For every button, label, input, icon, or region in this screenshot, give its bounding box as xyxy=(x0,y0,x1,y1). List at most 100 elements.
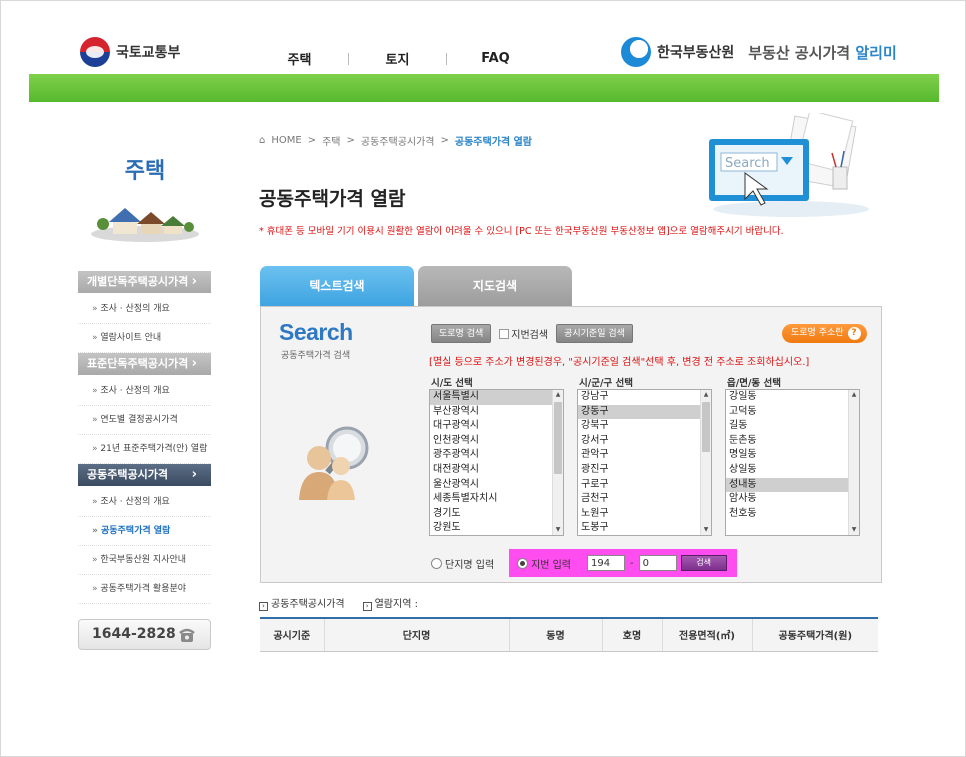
main-number-input[interactable] xyxy=(586,555,625,571)
sigungu-option[interactable]: 도봉구 xyxy=(578,521,711,535)
date-search-button[interactable]: 공시기준일 검색 xyxy=(556,324,633,343)
sido-option[interactable]: 광주광역시 xyxy=(430,448,563,463)
search-mode-buttons: 도로명 검색 지번검색 공시기준일 검색 xyxy=(431,324,633,343)
sigungu-option[interactable]: 강남구 xyxy=(578,390,711,405)
sidebar-item-survey-overview[interactable]: 조사 · 산정의 개요 xyxy=(78,295,211,324)
address-change-warning: [멸실 등으로 주소가 변경된경우, "공시기준일 검색"선택 후, 변경 전 … xyxy=(429,357,810,368)
dong-option[interactable]: 둔촌동 xyxy=(726,434,859,449)
phone-number-box: 1644-2828 xyxy=(78,619,211,650)
sido-option[interactable]: 강원도 xyxy=(430,521,563,535)
scroll-down-icon[interactable]: ▼ xyxy=(701,525,711,535)
sido-options: 서울특별시 부산광역시 대구광역시 인천광역시 광주광역시 대전광역시 울산광역시 세종특별자… xyxy=(430,390,563,535)
sido-option[interactable]: 대전광역시 xyxy=(430,463,563,478)
sido-option[interactable]: 대구광역시 xyxy=(430,419,563,434)
sigungu-option[interactable]: 금천구 xyxy=(578,492,711,507)
sidebar-title: 주택 xyxy=(124,159,166,184)
breadcrumb-apartment[interactable]: 공동주택공시가격 xyxy=(361,133,435,148)
breadcrumb-sep: > xyxy=(346,135,355,146)
scroll-thumb[interactable] xyxy=(554,402,562,474)
sidebar-cat-apartment[interactable]: 공동주택공시가격 xyxy=(78,464,211,486)
dong-option[interactable]: 천호동 xyxy=(726,507,859,522)
nav-housing[interactable]: 주택 xyxy=(251,49,348,68)
dong-option[interactable]: 명일동 xyxy=(726,448,859,463)
sido-listbox[interactable]: 서울특별시 부산광역시 대구광역시 인천광역시 광주광역시 대전광역시 울산광역시 세종특별자… xyxy=(429,389,564,536)
nav-land[interactable]: 토지 xyxy=(349,49,446,68)
sigungu-option[interactable]: 관악구 xyxy=(578,448,711,463)
sidebar-item-apartment-view[interactable]: 공동주택가격 열람 xyxy=(78,517,211,546)
sido-option[interactable]: 경기도 xyxy=(430,507,563,522)
search-logo: Search xyxy=(279,319,353,345)
dong-option[interactable]: 성내동 xyxy=(726,477,859,493)
ministry-name: 국토교통부 xyxy=(116,45,181,61)
org-name: 한국부동산원 xyxy=(657,45,735,61)
sidebar-item-yearly-prices[interactable]: 연도별 결정공시가격 xyxy=(78,406,211,435)
scroll-up-icon[interactable]: ▲ xyxy=(701,390,711,400)
dong-option[interactable]: 강일동 xyxy=(726,390,859,405)
sidebar-cat-individual[interactable]: 개별단독주택공시가격 xyxy=(78,271,211,293)
sidebar-cat-standard[interactable]: 표준단독주택공시가격 xyxy=(78,353,211,375)
sigungu-option[interactable]: 노원구 xyxy=(578,507,711,522)
breadcrumb-housing[interactable]: 주택 xyxy=(322,133,340,148)
sidebar-item-survey-overview[interactable]: 조사 · 산정의 개요 xyxy=(78,488,211,517)
road-address-helper-label: 도로명 주소란 xyxy=(791,328,844,338)
sigungu-option[interactable]: 구로구 xyxy=(578,478,711,493)
danji-radio[interactable] xyxy=(431,558,442,569)
breadcrumb-sep: > xyxy=(307,135,317,146)
sidebar-item-branch-guide[interactable]: 한국부동산원 지사안내 xyxy=(78,546,211,575)
road-search-button[interactable]: 도로명 검색 xyxy=(431,324,492,343)
service-name: 부동산 공시가격 알리미 xyxy=(748,42,896,63)
col-building: 동명 xyxy=(508,618,602,652)
tab-map-search[interactable]: 지도검색 xyxy=(418,266,572,307)
dong-option[interactable]: 암사동 xyxy=(726,492,859,507)
sigungu-option[interactable]: 강동구 xyxy=(578,404,711,420)
dong-listbox[interactable]: 강일동 고덕동 길동 둔촌동 명일동 상일동 성내동 암사동 천호동 ▲ ▼ xyxy=(725,389,860,536)
sidebar-item-21-draft[interactable]: 21년 표준주택가격(안) 열람 xyxy=(78,435,211,464)
dong-option[interactable]: 상일동 xyxy=(726,463,859,478)
jibeon-search-button[interactable]: 검색 xyxy=(680,555,727,571)
ministry-logo[interactable]: 국토교통부 xyxy=(80,37,180,67)
jibeon-search-label: 지번검색 xyxy=(511,330,549,341)
dong-scrollbar[interactable]: ▲ ▼ xyxy=(848,390,859,535)
scroll-down-icon[interactable]: ▼ xyxy=(553,525,563,535)
sido-option[interactable]: 인천광역시 xyxy=(430,434,563,449)
sido-option[interactable]: 세종특별자치시 xyxy=(430,492,563,507)
service-name-text: 부동산 공시가격 xyxy=(748,43,851,62)
scroll-up-icon[interactable]: ▲ xyxy=(849,390,859,400)
sido-option[interactable]: 울산광역시 xyxy=(430,478,563,493)
sidebar-item-survey-overview[interactable]: 조사 · 산정의 개요 xyxy=(78,377,211,406)
sido-option[interactable]: 부산광역시 xyxy=(430,405,563,420)
sidebar-item-site-guide[interactable]: 열람사이트 안내 xyxy=(78,324,211,353)
nav-faq[interactable]: FAQ xyxy=(447,51,544,66)
scroll-down-icon[interactable]: ▼ xyxy=(849,525,859,535)
sido-option[interactable]: 서울특별시 xyxy=(430,390,563,405)
sigungu-listbox[interactable]: 강남구 강동구 강북구 강서구 관악구 광진구 구로구 금천구 노원구 도봉구 ▲ ▼ xyxy=(577,389,712,536)
info-apartment-price-label: 공동주택공시가격 xyxy=(271,599,345,610)
breadcrumb-home[interactable]: HOME xyxy=(271,135,301,146)
jibeon-input-row: 지번 입력 - 검색 xyxy=(509,549,737,577)
header-green-bar xyxy=(29,74,939,102)
breadcrumb: ⌂ HOME > 주택 > 공동주택공시가격 > 공동주택가격 열람 xyxy=(259,133,532,148)
sigungu-option[interactable]: 광진구 xyxy=(578,463,711,478)
col-area: 전용면적(㎡) xyxy=(661,618,752,652)
danji-radio-row[interactable]: 단지명 입력 xyxy=(431,556,494,571)
table-header-row: 공시기준 단지명 동명 호명 전용면적(㎡) 공동주택가격(원) xyxy=(260,618,878,652)
sigungu-option[interactable]: 강북구 xyxy=(578,419,711,434)
service-logo[interactable]: 한국부동산원 부동산 공시가격 알리미 xyxy=(621,37,897,67)
col-price: 공동주택가격(원) xyxy=(751,618,878,652)
sigungu-option[interactable]: 강서구 xyxy=(578,434,711,449)
road-address-helper-button[interactable]: 도로명 주소란 ? xyxy=(782,324,867,343)
sidebar-item-usage[interactable]: 공동주택가격 활용분야 xyxy=(78,575,211,604)
dong-option[interactable]: 길동 xyxy=(726,419,859,434)
search-logo-sub: 공동주택가격 검색 xyxy=(281,351,351,361)
sido-scrollbar[interactable]: ▲ ▼ xyxy=(552,390,563,535)
jibeon-search-button[interactable]: 지번검색 xyxy=(499,326,548,341)
scroll-thumb[interactable] xyxy=(702,402,710,452)
service-highlight: 알리미 xyxy=(855,43,897,62)
tab-text-search[interactable]: 텍스트검색 xyxy=(260,266,414,307)
sigungu-scrollbar[interactable]: ▲ ▼ xyxy=(700,390,711,535)
jibeon-radio[interactable] xyxy=(517,557,528,569)
sub-number-input[interactable] xyxy=(638,555,677,571)
dong-option[interactable]: 고덕동 xyxy=(726,405,859,420)
scroll-up-icon[interactable]: ▲ xyxy=(553,390,563,400)
page-title: 공동주택가격 열람 xyxy=(259,188,406,210)
